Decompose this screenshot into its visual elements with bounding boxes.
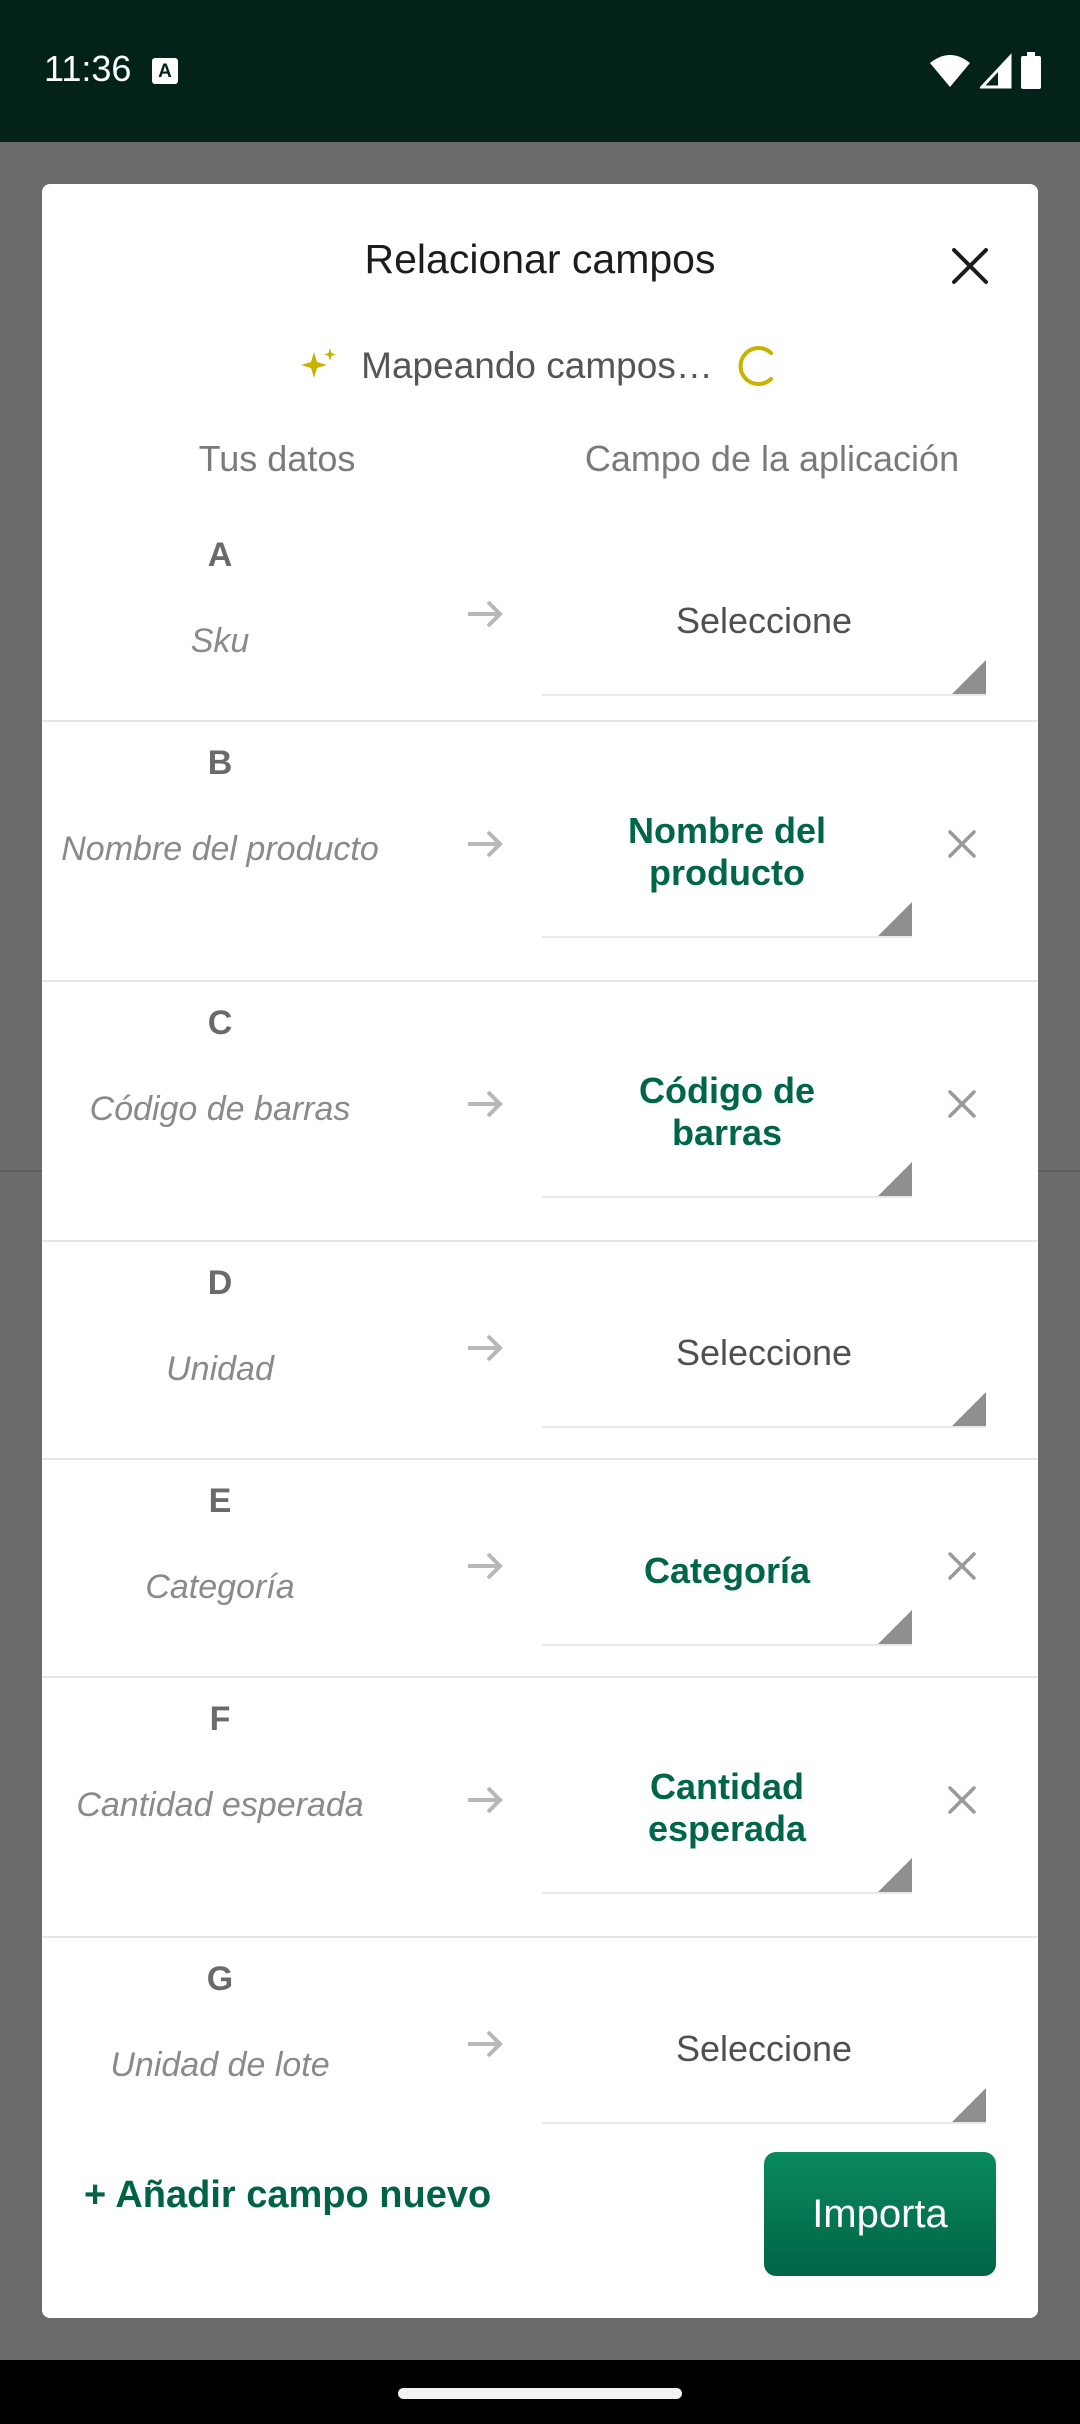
mapping-rows: A Sku Seleccione B Nombre del producto N… — [42, 514, 1038, 2296]
import-button[interactable]: Importa — [764, 2152, 996, 2276]
arrow-right-icon — [468, 1552, 503, 1580]
column-letter: E — [208, 1482, 232, 1520]
mapping-row-e: E Categoría Categoría — [42, 1460, 1038, 1678]
status-bar: 11:36 A — [0, 0, 1080, 142]
column-letter: F — [209, 1700, 231, 1738]
column-name: Cantidad esperada — [76, 1786, 364, 1824]
column-name: Categoría — [145, 1568, 295, 1606]
select-value: Código de barras — [639, 1070, 815, 1153]
select-value: Categoría — [643, 1550, 811, 1591]
dropdown-triangle-icon — [952, 660, 986, 694]
arrow-right-icon — [468, 1786, 503, 1814]
mapping-row-c: C Código de barras Código de barras — [42, 982, 1038, 1242]
notification-icon: A — [152, 58, 178, 84]
mapping-row-g: G Unidad de lote Seleccione — [42, 1938, 1038, 2154]
app-field-select[interactable]: Seleccione — [542, 1276, 986, 1428]
relate-fields-dialog: Relacionar campos Mapeando campos… Tus d… — [42, 184, 1038, 2318]
clear-icon[interactable] — [942, 1780, 982, 1820]
mapping-row-d: D Unidad Seleccione — [42, 1242, 1038, 1460]
app-field-select[interactable]: Categoría — [542, 1494, 912, 1646]
arrow-right-icon — [468, 830, 503, 858]
select-value: Seleccione — [675, 2028, 853, 2069]
close-icon — [952, 248, 988, 284]
clear-icon[interactable] — [942, 1084, 982, 1124]
spinner-icon — [738, 346, 773, 386]
mapping-status-text: Mapeando campos… — [361, 345, 713, 386]
dropdown-triangle-icon — [878, 1162, 912, 1196]
mapping-status: Mapeando campos… — [42, 336, 1038, 396]
dropdown-triangle-icon — [952, 2088, 986, 2122]
home-indicator[interactable] — [398, 2388, 682, 2399]
clear-icon[interactable] — [942, 1546, 982, 1586]
add-new-field-button[interactable]: + Añadir campo nuevo — [84, 2174, 491, 2217]
sparkle-icon — [301, 348, 337, 378]
arrow-right-icon — [468, 600, 503, 628]
battery-icon — [1021, 52, 1041, 89]
mapping-row-a: A Sku Seleccione — [42, 514, 1038, 722]
select-value: Cantidad esperada — [647, 1766, 807, 1849]
column-header-your-data: Tus datos — [198, 438, 356, 479]
select-value: Nombre del producto — [627, 810, 827, 893]
select-value: Seleccione — [675, 600, 853, 641]
app-field-select[interactable]: Seleccione — [542, 1972, 986, 2124]
arrow-right-icon — [468, 2030, 503, 2058]
arrow-right-icon — [468, 1334, 503, 1362]
signal-icon — [979, 53, 1012, 89]
select-value: Seleccione — [675, 1332, 853, 1373]
mapping-row-b: B Nombre del producto Nombre del product… — [42, 722, 1038, 982]
column-letter: C — [207, 1004, 233, 1042]
dialog-title: Relacionar campos — [364, 236, 716, 282]
column-name: Unidad — [166, 1350, 274, 1388]
column-letter: A — [207, 536, 233, 574]
dropdown-triangle-icon — [878, 1858, 912, 1892]
dropdown-triangle-icon — [878, 1610, 912, 1644]
arrow-right-icon — [468, 1090, 503, 1118]
column-name: Código de barras — [89, 1090, 351, 1128]
dropdown-triangle-icon — [878, 902, 912, 936]
column-letter: G — [206, 1960, 234, 1998]
wifi-icon — [930, 55, 971, 87]
column-name: Sku — [190, 622, 250, 660]
column-header-app-field: Campo de la aplicación — [584, 438, 960, 479]
mapping-row-f: F Cantidad esperada Cantidad esperada — [42, 1678, 1038, 1938]
column-name: Unidad de lote — [110, 2046, 330, 2084]
dropdown-triangle-icon — [952, 1392, 986, 1426]
status-icons — [925, 52, 1042, 90]
app-field-select[interactable]: Nombre del producto — [542, 782, 912, 938]
app-field-select[interactable]: Código de barras — [542, 1042, 912, 1198]
status-time: 11:36 — [44, 48, 132, 89]
clear-icon[interactable] — [942, 824, 982, 864]
app-field-select[interactable]: Seleccione — [542, 544, 986, 696]
column-letter: D — [207, 1264, 233, 1302]
close-button[interactable] — [940, 236, 1000, 296]
app-field-select[interactable]: Cantidad esperada — [542, 1738, 912, 1894]
column-letter: B — [207, 744, 233, 782]
column-name: Nombre del producto — [61, 830, 379, 868]
